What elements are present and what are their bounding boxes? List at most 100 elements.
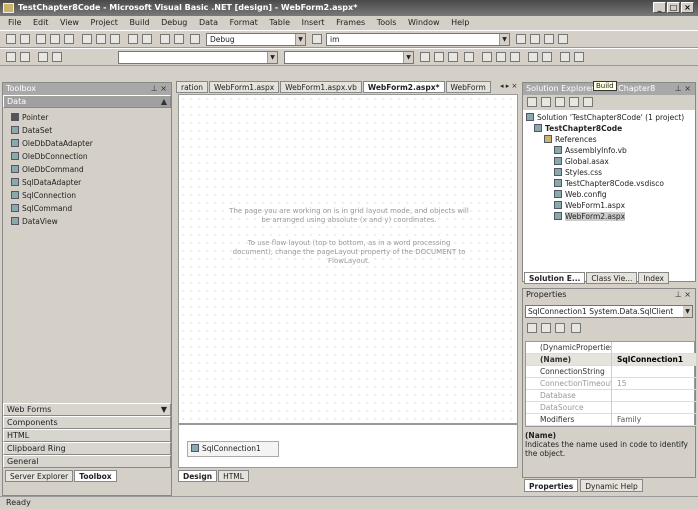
open-icon[interactable] [36, 34, 46, 44]
tree-item[interactable]: Global.asax [526, 156, 695, 167]
tab-server-explorer[interactable]: Server Explorer [5, 470, 74, 482]
toolbox-item[interactable]: DataSet [11, 124, 171, 137]
navigate-forward-icon[interactable] [174, 34, 184, 44]
properties-icon[interactable] [530, 34, 540, 44]
save-icon[interactable] [50, 34, 60, 44]
properties-icon[interactable] [583, 97, 593, 107]
add-item-icon[interactable] [20, 34, 30, 44]
toolbox-item[interactable]: DataView [11, 215, 171, 228]
tree-item[interactable]: WebForm1.aspx [526, 200, 695, 211]
toolbox-item[interactable]: SqlConnection [11, 189, 171, 202]
tree-item[interactable]: TestChapter8Code.vsdisco [526, 178, 695, 189]
property-pages-icon[interactable] [571, 323, 581, 333]
tab-solution-explorer[interactable]: Solution E... [524, 272, 586, 284]
tab-class-view[interactable]: Class Vie... [586, 272, 638, 284]
menu-help[interactable]: Help [451, 18, 469, 27]
menu-file[interactable]: File [8, 18, 21, 27]
snap-icon[interactable] [20, 52, 30, 62]
undo-icon[interactable] [128, 34, 138, 44]
menu-project[interactable]: Project [91, 18, 118, 27]
block-format-combo[interactable]: ▼ [118, 51, 278, 64]
tab-doc-webform1-vb[interactable]: WebForm1.aspx.vb [280, 81, 362, 93]
property-row[interactable]: DataSource [526, 402, 696, 414]
toolbox-item[interactable]: SqlDataAdapter [11, 176, 171, 189]
object-selector[interactable]: SqlConnection1 System.Data.SqlClient ▼ [525, 305, 693, 318]
menu-edit[interactable]: Edit [33, 18, 49, 27]
solution-config-combo[interactable]: Debug ▼ [206, 33, 306, 46]
close-button[interactable]: × [681, 2, 694, 13]
outdent-icon[interactable] [560, 52, 570, 62]
tab-properties[interactable]: Properties [524, 479, 579, 492]
sqlconnection-component[interactable]: SqlConnection1 [187, 441, 279, 457]
tree-item-selected[interactable]: WebForm2.aspx [526, 211, 695, 222]
toolbox-category-components[interactable]: Components [3, 416, 171, 429]
paste-icon[interactable] [110, 34, 120, 44]
scroll-up-icon[interactable]: ▲ [161, 96, 167, 108]
tab-doc-0[interactable]: ration [176, 81, 209, 93]
property-row[interactable]: (Name) SqlConnection1 [526, 354, 696, 366]
menu-window[interactable]: Window [408, 18, 440, 27]
toolbox-item[interactable]: Pointer [11, 111, 171, 124]
bold-icon[interactable] [420, 52, 430, 62]
tab-doc-webform1-aspx[interactable]: WebForm1.aspx [209, 81, 280, 93]
tab-dynamic-help[interactable]: Dynamic Help [580, 479, 643, 492]
menu-format[interactable]: Format [230, 18, 258, 27]
tab-index[interactable]: Index [638, 272, 669, 284]
toolbox-item[interactable]: SqlCommand [11, 202, 171, 215]
font-name-combo[interactable]: ▼ [284, 51, 414, 64]
solution-node[interactable]: Solution 'TestChapter8Code' (1 project) [526, 112, 695, 123]
property-row[interactable]: Database [526, 390, 696, 402]
font-color-icon[interactable] [464, 52, 474, 62]
toolbox-category-html[interactable]: HTML [3, 429, 171, 442]
cut-icon[interactable] [82, 34, 92, 44]
toolbox-category-clipboard-ring[interactable]: Clipboard Ring [3, 442, 171, 455]
toolbox-item[interactable]: OleDbDataAdapter [11, 137, 171, 150]
menu-frames[interactable]: Frames [336, 18, 365, 27]
design-surface[interactable]: The page you are working on is in grid l… [178, 94, 518, 424]
menu-build[interactable]: Build [129, 18, 149, 27]
copy-icon[interactable] [96, 34, 106, 44]
toolbox-icon[interactable] [558, 34, 568, 44]
save-all-icon[interactable] [64, 34, 74, 44]
align-right-icon[interactable] [510, 52, 520, 62]
tab-html[interactable]: HTML [218, 470, 249, 482]
refresh-icon[interactable] [555, 97, 565, 107]
events-icon[interactable] [555, 323, 565, 333]
tree-item[interactable]: AssemblyInfo.vb [526, 145, 695, 156]
menu-view[interactable]: View [60, 18, 79, 27]
solution-explorer-icon[interactable] [516, 34, 526, 44]
minimize-button[interactable]: _ [653, 2, 666, 13]
tab-design[interactable]: Design [178, 470, 218, 482]
position-icon[interactable] [52, 52, 62, 62]
italic-icon[interactable] [434, 52, 444, 62]
categorized-icon[interactable] [527, 323, 537, 333]
alphabetical-icon[interactable] [541, 323, 551, 333]
menu-data[interactable]: Data [199, 18, 218, 27]
tab-doc-4[interactable]: WebForm [445, 81, 491, 93]
project-node[interactable]: TestChapter8Code [526, 123, 695, 134]
view-designer-icon[interactable] [541, 97, 551, 107]
bullet-list-icon[interactable] [542, 52, 552, 62]
menu-tools[interactable]: Tools [377, 18, 397, 27]
pin-close-icon[interactable]: ⊥ × [675, 83, 691, 95]
find-combo[interactable]: im ▼ [326, 33, 510, 46]
tab-doc-webform2-aspx[interactable]: WebForm2.aspx* [362, 81, 445, 93]
pin-close-icon[interactable]: ⊥ × [151, 83, 167, 95]
align-center-icon[interactable] [496, 52, 506, 62]
new-project-icon[interactable] [6, 34, 16, 44]
tree-item[interactable]: References [526, 134, 695, 145]
indent-icon[interactable] [574, 52, 584, 62]
tree-item[interactable]: Styles.css [526, 167, 695, 178]
layout-icon[interactable] [38, 52, 48, 62]
tab-toolbox[interactable]: Toolbox [74, 470, 117, 482]
align-left-icon[interactable] [482, 52, 492, 62]
tab-nav-close-icon[interactable]: ◂ ▸ × [500, 82, 517, 90]
toolbox-category-general[interactable]: General [3, 455, 171, 468]
pin-close-icon[interactable]: ⊥ × [675, 289, 691, 301]
redo-icon[interactable] [142, 34, 152, 44]
underline-icon[interactable] [448, 52, 458, 62]
toolbox-data-section[interactable]: Data ▲ [3, 95, 171, 108]
menu-table[interactable]: Table [269, 18, 290, 27]
view-code-icon[interactable] [527, 97, 537, 107]
menu-debug[interactable]: Debug [161, 18, 187, 27]
